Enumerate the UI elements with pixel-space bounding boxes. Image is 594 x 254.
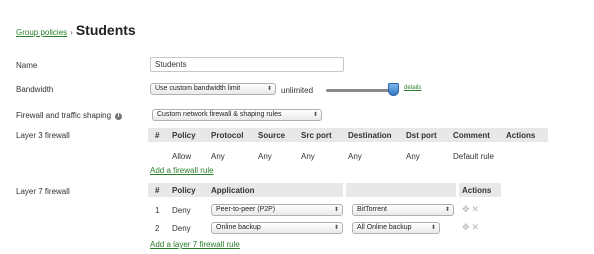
l7-row1-category-select[interactable]: Peer-to-peer (P2P) ⬍ bbox=[211, 204, 343, 216]
l7-row2-num: 2 bbox=[155, 224, 160, 233]
add-layer7-rule-link[interactable]: Add a layer 7 firewall rule bbox=[150, 240, 240, 249]
l3-col-destination: Destination bbox=[348, 131, 392, 140]
move-arrows-icon[interactable]: ✥ bbox=[462, 204, 470, 214]
firewall-select-value: Custom network firewall & shaping rules bbox=[157, 111, 282, 118]
l7-row2-app-select[interactable]: All Online backup ⬍ bbox=[352, 222, 440, 234]
l3-col-dst-port: Dst port bbox=[406, 131, 437, 140]
move-arrows-icon[interactable]: ✥ bbox=[462, 222, 470, 232]
updown-arrows-icon: ⬍ bbox=[430, 225, 436, 231]
updown-arrows-icon: ⬍ bbox=[312, 112, 318, 118]
l7-row2-category-value: Online backup bbox=[216, 224, 261, 231]
l7-row1-app-select[interactable]: BitTorrent ⬍ bbox=[352, 204, 454, 216]
l3-col-src-port: Src port bbox=[301, 131, 332, 140]
l7-col-num: # bbox=[155, 186, 160, 195]
firewall-select[interactable]: Custom network firewall & shaping rules … bbox=[152, 109, 322, 121]
group-policies-link[interactable]: Group policies bbox=[16, 28, 67, 37]
name-label: Name bbox=[16, 61, 38, 70]
firewall-shaping-label: Firewall and traffic shaping i bbox=[16, 111, 123, 120]
l3-row-policy: Allow bbox=[172, 152, 192, 161]
updown-arrows-icon: ⬍ bbox=[333, 225, 339, 231]
l3-col-num: # bbox=[155, 131, 160, 140]
updown-arrows-icon: ⬍ bbox=[444, 207, 450, 213]
l7-row1-app-value: BitTorrent bbox=[357, 206, 387, 213]
firewall-shaping-label-text: Firewall and traffic shaping bbox=[16, 111, 112, 120]
l7-row2-policy: Deny bbox=[172, 224, 191, 233]
l7-col-application: Application bbox=[211, 186, 255, 195]
l3-row-src-port: Any bbox=[301, 152, 315, 161]
layer7-label: Layer 7 firewall bbox=[16, 187, 70, 196]
bandwidth-select-value: Use custom bandwidth limit bbox=[155, 85, 241, 92]
l7-col-policy: Policy bbox=[172, 186, 196, 195]
updown-arrows-icon: ⬍ bbox=[333, 207, 339, 213]
add-firewall-rule-link[interactable]: Add a firewall rule bbox=[150, 166, 214, 175]
l7-row2-category-select[interactable]: Online backup ⬍ bbox=[211, 222, 343, 234]
l7-row1-actions: ✥ ✕ bbox=[462, 204, 479, 215]
l3-col-protocol: Protocol bbox=[211, 131, 244, 140]
name-input[interactable]: Students bbox=[150, 57, 344, 72]
layer3-label: Layer 3 firewall bbox=[16, 131, 70, 140]
l3-col-policy: Policy bbox=[172, 131, 196, 140]
l3-col-actions: Actions bbox=[506, 131, 536, 140]
l3-row-dst-port: Any bbox=[406, 152, 420, 161]
l7-col-actions: Actions bbox=[462, 186, 492, 195]
bandwidth-limit-text: unlimited bbox=[281, 86, 314, 95]
breadcrumb: Group policies › Students bbox=[16, 22, 136, 38]
l3-row-destination: Any bbox=[348, 152, 362, 161]
l3-row-comment: Default rule bbox=[453, 152, 494, 161]
breadcrumb-separator: › bbox=[70, 28, 73, 37]
l3-col-comment: Comment bbox=[453, 131, 490, 140]
delete-x-icon[interactable]: ✕ bbox=[472, 204, 480, 214]
bandwidth-select[interactable]: Use custom bandwidth limit ⬍ bbox=[150, 83, 276, 95]
l3-row-source: Any bbox=[258, 152, 272, 161]
updown-arrows-icon: ⬍ bbox=[266, 86, 272, 92]
l7-row1-category-value: Peer-to-peer (P2P) bbox=[216, 206, 276, 213]
l3-row-protocol: Any bbox=[211, 152, 225, 161]
l7-row2-app-value: All Online backup bbox=[357, 224, 412, 231]
bandwidth-label: Bandwidth bbox=[16, 85, 54, 94]
l7-row2-actions: ✥ ✕ bbox=[462, 222, 479, 233]
page-title: Students bbox=[75, 22, 136, 38]
info-icon[interactable]: i bbox=[115, 113, 123, 120]
layer7-header-row-mid bbox=[346, 183, 456, 197]
l7-row1-policy: Deny bbox=[172, 206, 191, 215]
delete-x-icon[interactable]: ✕ bbox=[472, 222, 480, 232]
l3-col-source: Source bbox=[258, 131, 286, 140]
bandwidth-slider-handle[interactable] bbox=[388, 83, 399, 96]
l7-row1-num: 1 bbox=[155, 206, 160, 215]
details-link[interactable]: details bbox=[404, 85, 421, 91]
